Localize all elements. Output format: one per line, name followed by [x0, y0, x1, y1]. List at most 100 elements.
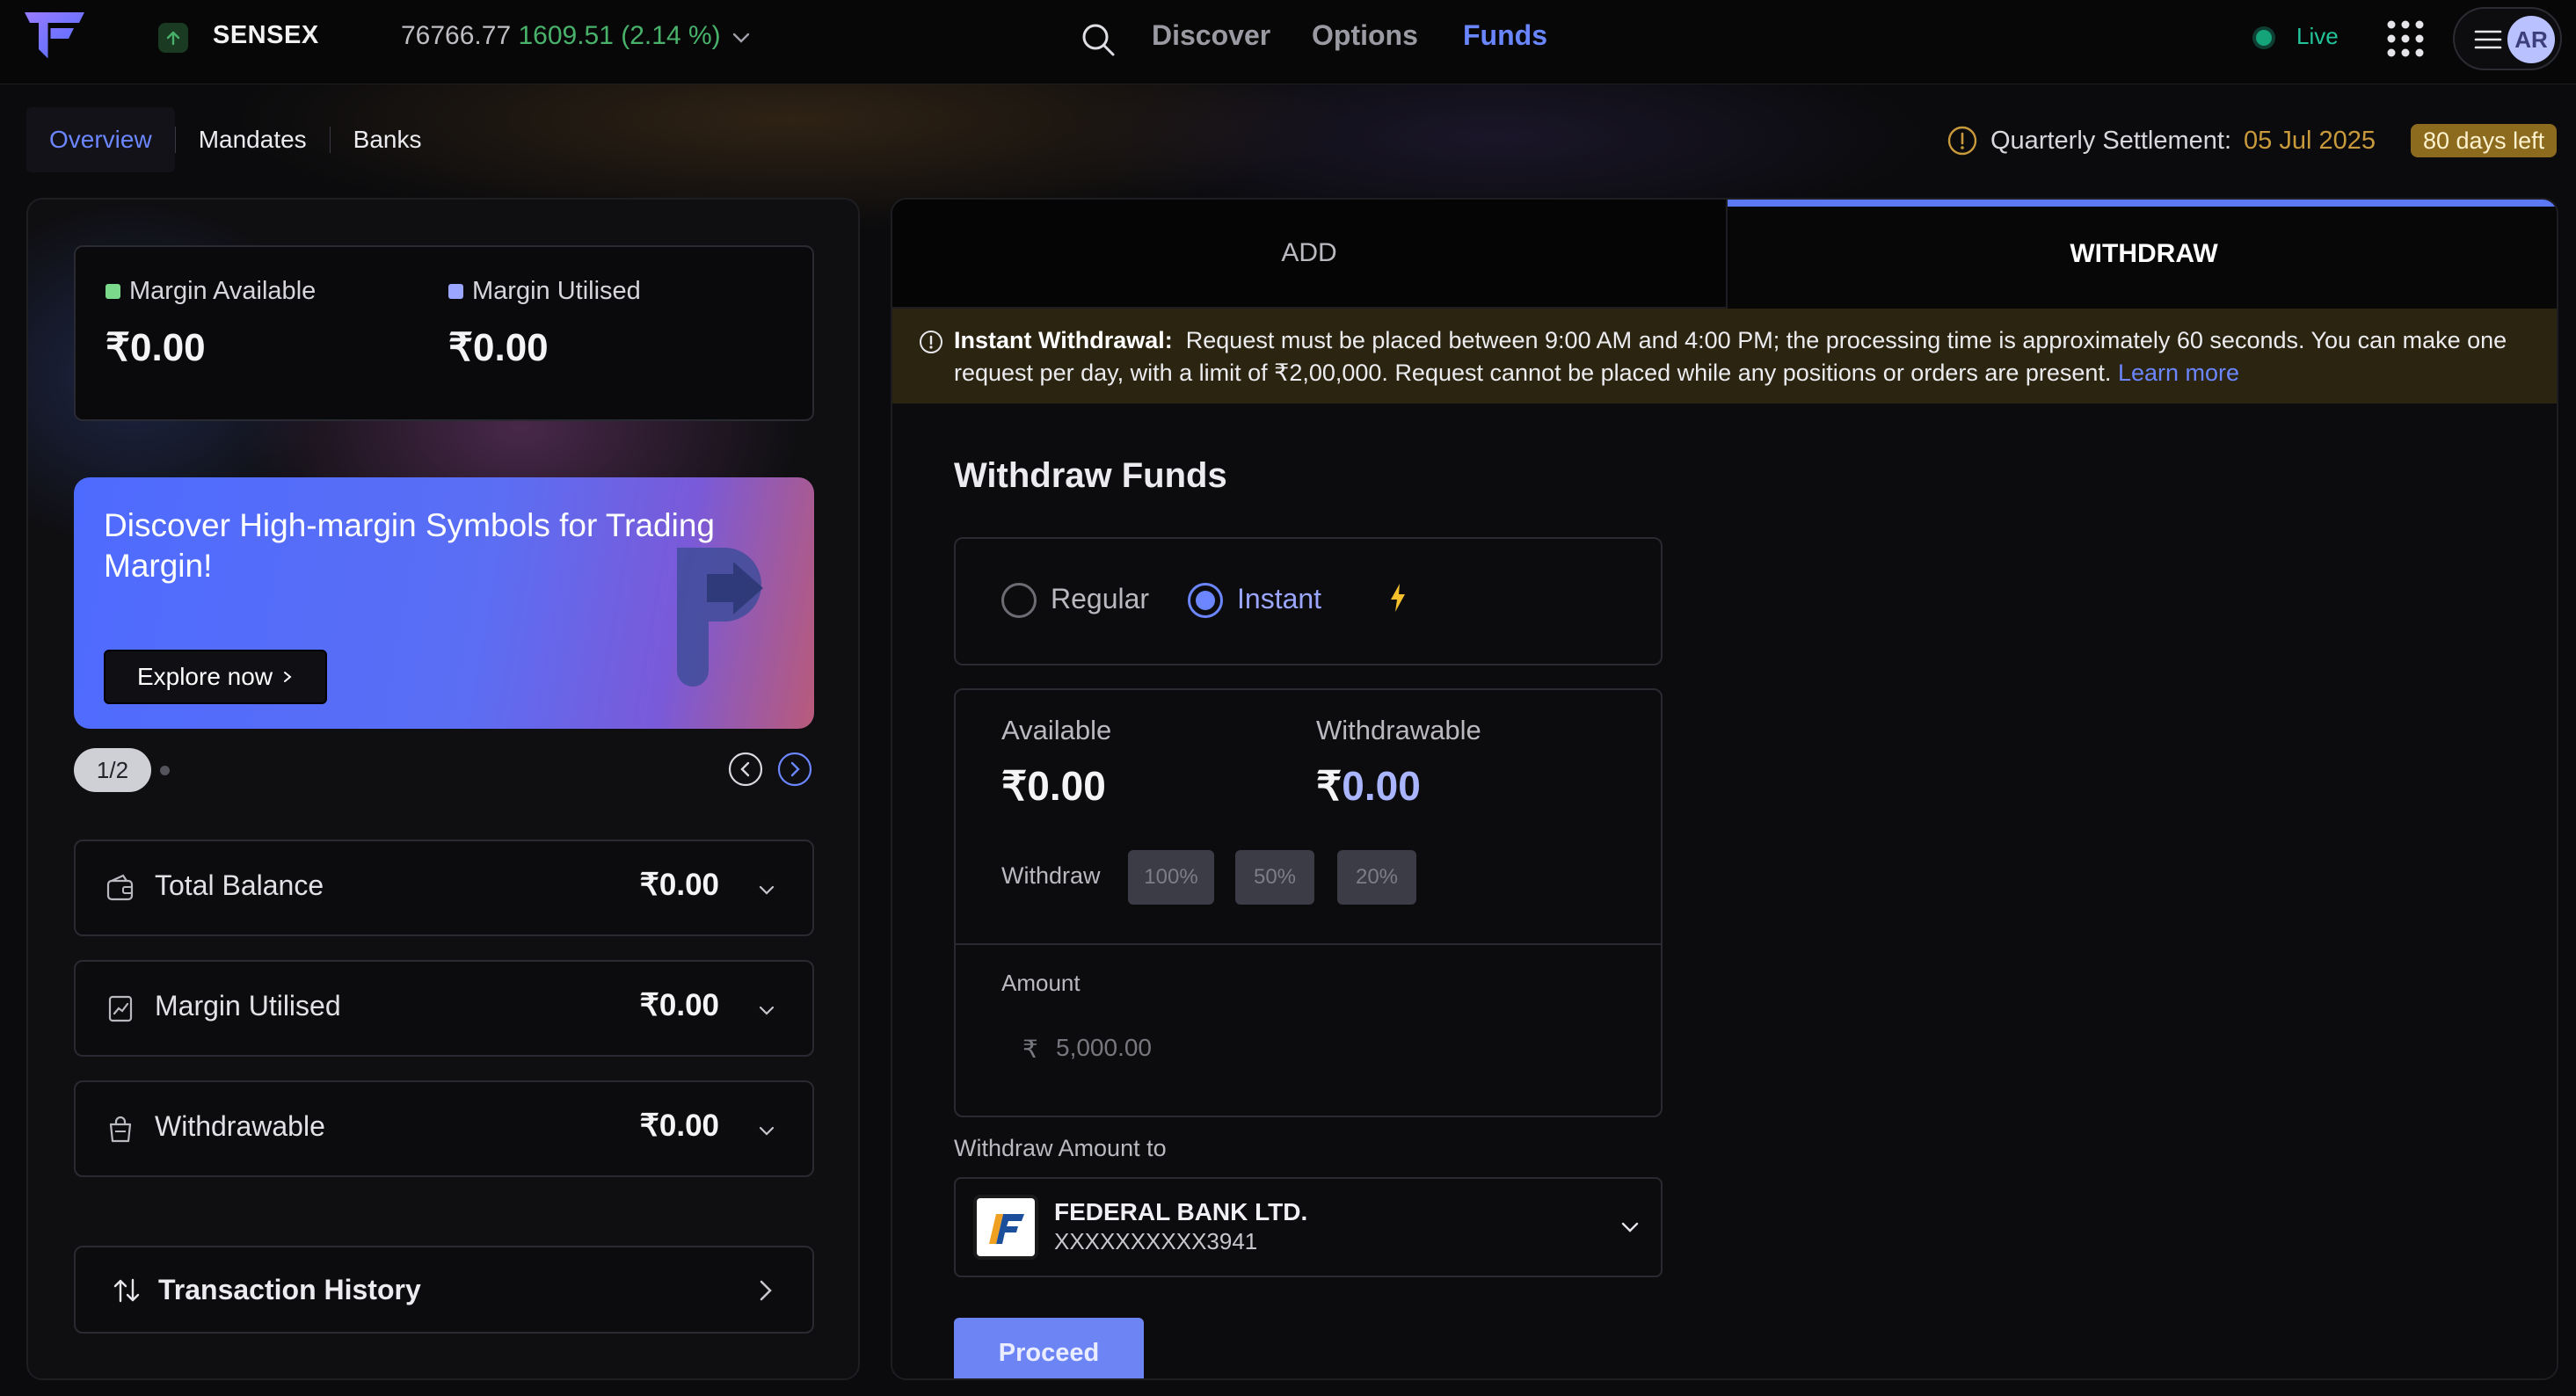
page-title: Withdraw Funds	[954, 456, 1227, 495]
nav-funds[interactable]: Funds	[1463, 19, 1547, 52]
instant-label[interactable]: Instant	[1237, 583, 1321, 615]
notice-title: Instant Withdrawal:	[954, 327, 1173, 353]
notice-text: Instant Withdrawal: Request must be plac…	[954, 324, 2528, 389]
regular-label[interactable]: Regular	[1051, 583, 1149, 615]
available-value: ₹0.00	[1001, 763, 1106, 809]
margin-utilised: Margin Utilised ₹0.00	[448, 277, 641, 370]
days-left-badge: 80 days left	[2411, 124, 2558, 157]
withdraw-mode-selector: Regular Instant	[954, 537, 1663, 665]
tab-mandates[interactable]: Mandates	[176, 107, 330, 172]
total-balance-label: Total Balance	[155, 869, 324, 901]
proceed-button[interactable]: Proceed	[954, 1318, 1144, 1378]
withdraw-to-label: Withdraw Amount to	[954, 1135, 1167, 1161]
settlement-date: 05 Jul 2025	[2244, 127, 2376, 155]
chevron-down-icon	[756, 1121, 777, 1142]
chevron-down-icon[interactable]	[730, 26, 753, 49]
carousel-dot[interactable]	[160, 766, 170, 775]
amount-input[interactable]	[1054, 1028, 1582, 1068]
app-logo[interactable]	[23, 9, 86, 62]
margin-utilised-value: ₹0.00	[639, 988, 719, 1022]
federal-bank-logo	[973, 1195, 1038, 1260]
explore-now-button[interactable]: Explore now	[104, 650, 327, 704]
withdraw-amount-card: Available ₹0.00 Withdrawable ₹0.00 Withd…	[954, 688, 1663, 1117]
tab-withdraw[interactable]: WITHDRAW	[1726, 200, 2557, 309]
bank-name: FEDERAL BANK LTD.	[1054, 1198, 1308, 1225]
bank-account-number: XXXXXXXXXX3941	[1054, 1228, 1258, 1254]
ticker-value[interactable]: 76766.77 1609.51 (2.14 %)	[401, 21, 721, 51]
funds-subnav: Overview Mandates Banks	[26, 107, 445, 172]
info-icon	[919, 330, 943, 354]
bank-account-select[interactable]: FEDERAL BANK LTD. XXXXXXXXXX3941	[954, 1177, 1663, 1277]
top-bar: SENSEX 76766.77 1609.51 (2.14 %) Discove…	[0, 0, 2576, 84]
withdrawable-label: Withdrawable	[155, 1110, 325, 1142]
percent-20-button[interactable]: 20%	[1337, 850, 1416, 905]
hamburger-icon	[2474, 28, 2502, 51]
percent-100-button[interactable]: 100%	[1128, 850, 1214, 905]
margin-utilised-label-row: Margin Utilised	[448, 277, 641, 306]
tab-overview[interactable]: Overview	[26, 107, 175, 172]
instant-withdrawal-notice: Instant Withdrawal: Request must be plac…	[892, 309, 2557, 404]
learn-more-link[interactable]: Learn more	[2118, 360, 2239, 386]
ticker-price: 76766.77	[401, 21, 512, 50]
rupee-symbol: ₹	[1022, 1036, 1038, 1063]
tab-banks[interactable]: Banks	[331, 107, 445, 172]
regular-radio[interactable]	[1001, 583, 1037, 618]
avatar: AR	[2507, 16, 2555, 63]
notice-body: Request must be placed between 9:00 AM a…	[954, 327, 2507, 386]
chart-receipt-icon	[106, 993, 135, 1023]
carousel-pager: 1/2	[74, 748, 151, 792]
withdrawable-accordion[interactable]: Withdrawable ₹0.00	[74, 1080, 814, 1177]
withdrawable-value: ₹0.00	[1316, 762, 1421, 810]
margin-utilised-value: ₹0.00	[448, 326, 549, 369]
carousel-prev-button[interactable]	[728, 752, 763, 787]
total-balance-accordion[interactable]: Total Balance ₹0.00	[74, 840, 814, 936]
withdrawable-value: ₹0.00	[639, 1109, 719, 1143]
margin-utilised-accordion[interactable]: Margin Utilised ₹0.00	[74, 960, 814, 1057]
carousel-next-button[interactable]	[777, 752, 812, 787]
promo-arrow-illustration	[672, 539, 768, 688]
withdrawable-amount: 0.00	[1342, 763, 1421, 809]
percent-50-button[interactable]: 50%	[1235, 850, 1314, 905]
margin-available-label-row: Margin Available	[106, 277, 316, 306]
live-status-dot	[2256, 30, 2272, 46]
margin-available-value: ₹0.00	[106, 326, 206, 369]
info-icon	[1947, 125, 1978, 156]
margin-utilised-label: Margin Utilised	[472, 277, 641, 305]
chevron-down-icon	[756, 880, 777, 901]
search-icon[interactable]	[1080, 21, 1117, 58]
ticker-name[interactable]: SENSEX	[213, 21, 319, 50]
promo-banner[interactable]: Discover High-margin Symbols for Trading…	[74, 477, 814, 729]
funds-overview-panel: Margin Available ₹0.00 Margin Utilised ₹…	[26, 198, 860, 1380]
nav-discover[interactable]: Discover	[1152, 19, 1270, 52]
wallet-icon	[106, 873, 135, 903]
legend-swatch	[106, 284, 120, 299]
chevron-right-icon	[284, 672, 292, 682]
apps-grid-icon[interactable]	[2386, 19, 2425, 58]
transaction-history-button[interactable]: Transaction History	[74, 1246, 814, 1334]
swap-arrows-icon	[113, 1277, 141, 1304]
margin-summary-card: Margin Available ₹0.00 Margin Utilised ₹…	[74, 245, 814, 421]
chevron-down-icon	[1619, 1216, 1641, 1239]
chevron-right-icon	[756, 1277, 775, 1304]
explore-now-label: Explore now	[136, 663, 273, 690]
settlement-label: Quarterly Settlement:	[1990, 127, 2231, 155]
withdraw-panel: ADD WITHDRAW Instant Withdrawal: Request…	[891, 198, 2558, 1380]
ticker-change: 1609.51 (2.14 %)	[518, 21, 721, 50]
transaction-history-label: Transaction History	[158, 1274, 421, 1305]
total-balance-value: ₹0.00	[639, 868, 719, 902]
withdrawable-label: Withdrawable	[1316, 715, 1481, 745]
trend-up-icon	[158, 23, 188, 53]
currency-symbol: ₹	[1316, 763, 1343, 809]
withdraw-percent-label: Withdraw	[1001, 862, 1101, 889]
margin-available: Margin Available ₹0.00	[106, 277, 316, 370]
profile-menu-button[interactable]: AR	[2453, 7, 2562, 70]
amount-label: Amount	[1001, 970, 1081, 996]
margin-utilised-label: Margin Utilised	[155, 990, 341, 1022]
nav-options[interactable]: Options	[1312, 19, 1418, 52]
lightning-icon	[1388, 583, 1408, 613]
bag-icon	[106, 1114, 135, 1144]
available-label: Available	[1001, 715, 1112, 745]
divider	[956, 943, 1661, 945]
tab-add[interactable]: ADD	[892, 200, 1726, 309]
instant-radio[interactable]	[1188, 583, 1223, 618]
